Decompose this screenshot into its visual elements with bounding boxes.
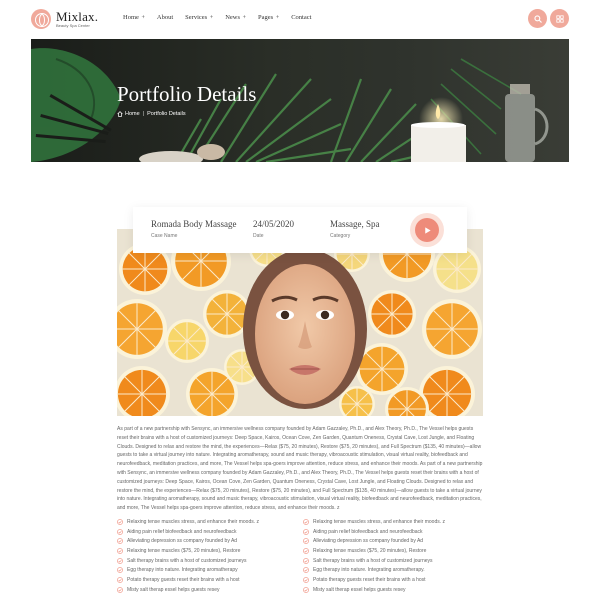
feature-list-left: Relaxing tense muscles stress, and enhan…	[117, 517, 297, 595]
list-item: Salt therapy brains with a host of custo…	[117, 556, 297, 566]
plus-icon: +	[209, 15, 214, 21]
info-category: Massage, Spa Category	[330, 219, 380, 239]
check-icon	[303, 567, 309, 574]
list-item: Potato therapy guests reset their brains…	[117, 575, 297, 585]
list-item-text: Egg therapy into nature. Integrating aro…	[313, 567, 425, 574]
play-video-button[interactable]	[410, 213, 444, 247]
list-item-text: Misty salt therap essel helps guests res…	[127, 586, 220, 593]
nav-item-news[interactable]: News +	[225, 14, 246, 21]
nav-item-about[interactable]: About	[157, 14, 173, 21]
breadcrumb-home[interactable]: Home	[125, 111, 140, 117]
list-item-text: Potato therapy guests reset their brains…	[127, 576, 240, 583]
home-icon	[117, 111, 123, 117]
list-item: Relaxing tense muscles ($75, 20 minutes)…	[303, 546, 483, 556]
check-icon	[117, 548, 123, 554]
check-icon	[117, 528, 123, 535]
site-header: Mixlax. Beauty Spa Center Home + About S…	[0, 0, 600, 38]
grid-icon	[555, 14, 564, 23]
brand-tagline: Beauty Spa Center	[56, 23, 90, 28]
list-item-text: Aiding pain relief biofeedback and neuro…	[313, 528, 423, 535]
nav-item-pages[interactable]: Pages +	[258, 14, 279, 21]
brand-name: Mixlax.	[56, 9, 99, 24]
check-icon	[117, 577, 123, 583]
list-item-text: Relaxing tense muscles ($75, 20 minutes)…	[313, 547, 427, 554]
logo[interactable]: Mixlax. Beauty Spa Center	[31, 9, 98, 29]
check-icon	[117, 557, 123, 564]
list-item-text: Alleviating depression ss company founde…	[127, 538, 238, 545]
list-item: Aiding pain relief biofeedback and neuro…	[117, 527, 297, 537]
main-nav: Home + About Services + News + Pages + C…	[123, 14, 323, 21]
search-button[interactable]	[528, 9, 547, 28]
list-item-text: Relaxing tense muscles stress, and enhan…	[313, 518, 446, 525]
list-item-text: Misty salt therap essel helps guests res…	[313, 586, 406, 593]
list-item-text: Aiding pain relief biofeedback and neuro…	[127, 528, 237, 535]
portfolio-info-card: Romada Body Massage Case Name 24/05/2020…	[133, 207, 467, 253]
nav-label: Home	[123, 14, 139, 21]
search-icon	[533, 14, 542, 23]
list-item: Salt therapy brains with a host of custo…	[303, 556, 483, 566]
category-label: Category	[330, 233, 351, 239]
check-icon	[117, 518, 123, 525]
info-date: 24/05/2020 Date	[253, 219, 294, 239]
check-icon	[303, 586, 309, 593]
check-icon	[303, 577, 309, 583]
nav-label: Contact	[291, 14, 312, 21]
nav-item-home[interactable]: Home +	[123, 14, 145, 21]
banner-background-image	[31, 48, 549, 162]
check-icon	[117, 567, 123, 574]
breadcrumb-separator: |	[142, 111, 145, 117]
list-item: Alleviating depression ss company founde…	[117, 536, 297, 546]
play-icon	[424, 226, 431, 234]
list-item: Aiding pain relief biofeedback and neuro…	[303, 527, 483, 537]
nav-item-services[interactable]: Services +	[185, 14, 213, 21]
date-label: Date	[253, 233, 264, 239]
list-item: Relaxing tense muscles stress, and enhan…	[303, 517, 483, 527]
list-item-text: Salt therapy brains with a host of custo…	[127, 557, 247, 564]
nav-label: About	[156, 14, 174, 21]
list-item: Alleviating depression ss company founde…	[303, 536, 483, 546]
citrus-face-photo	[117, 229, 483, 416]
nav-label: News	[225, 14, 241, 21]
plus-icon: +	[242, 15, 247, 21]
list-item-text: Relaxing tense muscles stress, and enhan…	[127, 518, 260, 525]
list-item: Relaxing tense muscles stress, and enhan…	[117, 517, 297, 527]
list-item-text: Relaxing tense muscles ($75, 20 minutes)…	[127, 547, 241, 554]
list-item-text: Alleviating depression ss company founde…	[313, 538, 424, 545]
feature-list-right: Relaxing tense muscles stress, and enhan…	[303, 517, 483, 595]
page-title: Portfolio Details	[117, 82, 257, 106]
category-value: Massage, Spa	[330, 219, 380, 229]
case-name-value: Romada Body Massage	[151, 219, 237, 229]
plus-icon: +	[141, 15, 145, 21]
list-item: Egg therapy into nature. Integrating aro…	[303, 565, 483, 575]
list-item-text: Potato therapy guests reset their brains…	[313, 576, 426, 583]
check-icon	[303, 528, 309, 535]
list-item: Relaxing tense muscles ($75, 20 minutes)…	[117, 546, 297, 556]
plus-icon: +	[275, 15, 280, 21]
portfolio-description: As part of a new partnership with Sensyn…	[117, 426, 483, 512]
portfolio-image	[117, 229, 483, 416]
check-icon	[303, 538, 309, 545]
check-icon	[303, 548, 309, 554]
check-icon	[303, 557, 309, 564]
logo-icon	[31, 9, 51, 29]
nav-label: Pages	[258, 14, 274, 21]
case-name-label: Case Name	[151, 233, 178, 239]
check-icon	[117, 586, 123, 593]
menu-grid-button[interactable]	[550, 9, 569, 28]
list-item: Misty salt therap essel helps guests res…	[303, 585, 483, 595]
list-item-text: Egg therapy into nature. Integrating aro…	[127, 567, 238, 574]
info-case-name: Romada Body Massage Case Name	[151, 219, 237, 239]
page-banner: Portfolio Details Home | Portfolio Detai…	[31, 39, 569, 162]
nav-label: Services	[185, 14, 208, 21]
list-item: Potato therapy guests reset their brains…	[303, 575, 483, 585]
list-item-text: Salt therapy brains with a host of custo…	[313, 557, 433, 564]
list-item: Egg therapy into nature. Integrating aro…	[117, 565, 297, 575]
list-item: Misty salt therap essel helps guests res…	[117, 585, 297, 595]
check-icon	[117, 538, 123, 545]
breadcrumb-current: Portfolio Details	[147, 111, 186, 117]
check-icon	[303, 518, 309, 525]
nav-item-contact[interactable]: Contact	[291, 14, 311, 21]
date-value: 24/05/2020	[253, 219, 295, 229]
breadcrumb: Home | Portfolio Details	[117, 111, 186, 117]
